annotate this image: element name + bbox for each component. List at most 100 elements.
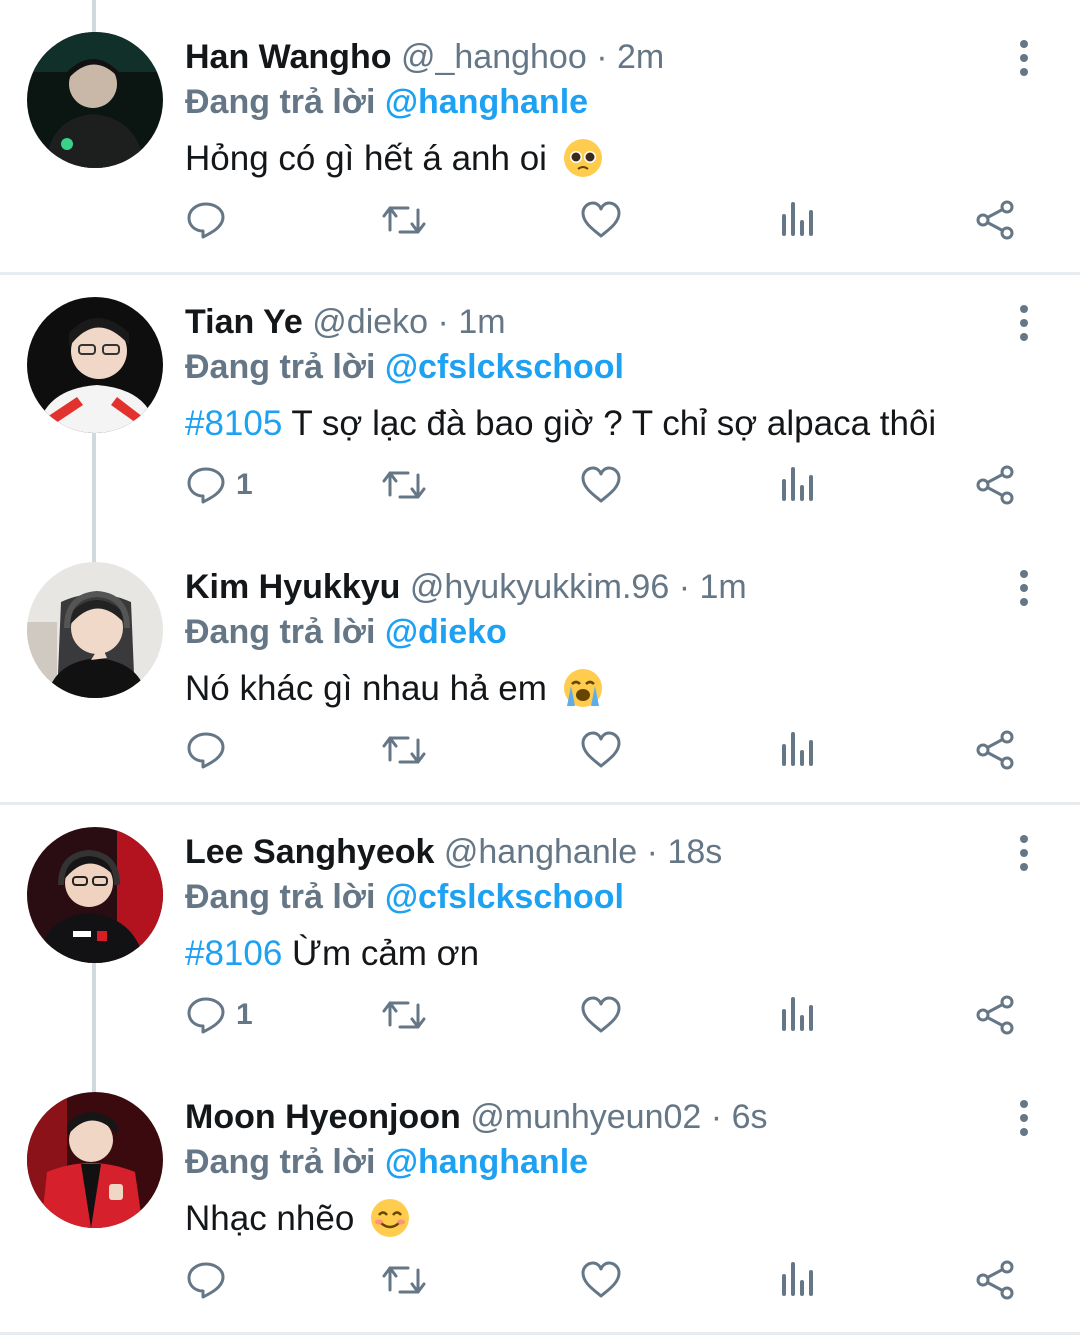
replying-to-label: Đang trả lời [185, 348, 376, 386]
share-button[interactable] [974, 455, 1016, 515]
smiling-face-icon [371, 1199, 410, 1237]
timestamp[interactable]: 6s [732, 1098, 768, 1136]
reply-button[interactable] [186, 720, 236, 780]
replying-to: Đang trả lời @hanghanle [185, 1141, 588, 1183]
like-icon [581, 466, 621, 503]
retweet-button[interactable] [380, 1250, 428, 1310]
share-icon [976, 730, 1014, 770]
reply-icon [187, 732, 225, 769]
like-button[interactable] [580, 720, 622, 780]
user-handle[interactable]: @munhyeun02 [470, 1098, 701, 1136]
analytics-button[interactable] [778, 720, 818, 780]
more-icon[interactable] [1008, 568, 1040, 608]
analytics-icon [782, 467, 813, 501]
avatar[interactable] [27, 32, 163, 168]
separator-dot: · [678, 568, 691, 606]
replying-to: Đang trả lời @hanghanle [185, 81, 588, 123]
reply-button[interactable]: 1 [186, 985, 253, 1045]
like-icon [581, 996, 621, 1033]
share-button[interactable] [974, 720, 1016, 780]
retweet-button[interactable] [380, 720, 428, 780]
tweet[interactable]: Tian Ye @dieko · 1m Đang trả lời @cfslck… [0, 265, 1080, 530]
reply-icon [187, 467, 225, 504]
analytics-button[interactable] [778, 455, 818, 515]
share-button[interactable] [974, 985, 1016, 1045]
retweet-button[interactable] [380, 455, 428, 515]
analytics-button[interactable] [778, 985, 818, 1045]
replying-to-handle[interactable]: @dieko [385, 613, 507, 651]
tweet[interactable]: Lee Sanghyeok @hanghanle · 18s Đang trả … [0, 795, 1080, 1060]
hashtag-link[interactable]: #8106 [185, 934, 282, 973]
avatar[interactable] [27, 1092, 163, 1228]
avatar[interactable] [27, 827, 163, 963]
reply-icon [187, 202, 225, 239]
analytics-button[interactable] [778, 1250, 818, 1310]
divider [0, 1332, 1080, 1335]
more-icon[interactable] [1008, 303, 1040, 343]
share-icon [976, 465, 1014, 505]
timestamp[interactable]: 1m [699, 568, 746, 606]
replying-to-label: Đang trả lời [185, 613, 376, 651]
timestamp[interactable]: 1m [458, 303, 505, 341]
retweet-icon [382, 736, 426, 764]
user-handle[interactable]: @dieko [312, 303, 428, 341]
share-button[interactable] [974, 1250, 1016, 1310]
like-button[interactable] [580, 190, 622, 250]
separator-dot: · [646, 833, 658, 871]
replying-to-handle[interactable]: @hanghanle [385, 83, 588, 121]
tweet-text: Nhạc nhẽo [185, 1197, 410, 1241]
user-handle[interactable]: @_hanghoo [401, 38, 587, 76]
replying-to-handle[interactable]: @cfslckschool [385, 878, 624, 916]
display-name[interactable]: Han Wangho [185, 38, 392, 76]
hashtag-link[interactable]: #8105 [185, 404, 282, 443]
replying-to-handle[interactable]: @cfslckschool [385, 348, 624, 386]
more-icon[interactable] [1008, 38, 1040, 78]
like-button[interactable] [580, 455, 622, 515]
share-icon [976, 995, 1014, 1035]
more-icon[interactable] [1008, 833, 1040, 873]
pleading-face-icon [563, 139, 602, 177]
tweet-actions [0, 720, 1080, 780]
replying-to: Đang trả lời @dieko [185, 611, 507, 653]
reply-button[interactable] [186, 190, 236, 250]
more-icon[interactable] [1008, 1098, 1040, 1138]
tweet-body-text: Hỏng có gì hết á anh oi [185, 139, 547, 178]
avatar[interactable] [27, 562, 163, 698]
timestamp[interactable]: 2m [617, 38, 664, 76]
tweet[interactable]: Kim Hyukkyu @hyukyukkim.96 · 1m Đang trả… [0, 530, 1080, 795]
user-handle[interactable]: @hyukyukkim.96 [410, 568, 669, 606]
tweet-body-text: Nó khác gì nhau hả em [185, 669, 547, 708]
reply-count: 1 [236, 468, 253, 501]
display-name[interactable]: Moon Hyeonjoon [185, 1098, 461, 1136]
reply-button[interactable] [186, 1250, 236, 1310]
tweet-header: Moon Hyeonjoon @munhyeun02 · 6s [185, 1096, 767, 1138]
display-name[interactable]: Lee Sanghyeok [185, 833, 434, 871]
tweet[interactable]: Moon Hyeonjoon @munhyeun02 · 6s Đang trả… [0, 1060, 1080, 1325]
separator-dot: · [437, 303, 449, 341]
reply-count: 1 [236, 998, 253, 1031]
replying-to-label: Đang trả lời [185, 83, 376, 121]
user-handle[interactable]: @hanghanle [444, 833, 637, 871]
tweet[interactable]: Han Wangho @_hanghoo · 2m Đang trả lời @… [0, 0, 1080, 265]
replying-to-label: Đang trả lời [185, 1143, 376, 1181]
share-button[interactable] [974, 190, 1016, 250]
like-button[interactable] [580, 1250, 622, 1310]
like-button[interactable] [580, 985, 622, 1045]
retweet-icon [382, 1001, 426, 1029]
display-name[interactable]: Kim Hyukkyu [185, 568, 400, 606]
replying-to: Đang trả lời @cfslckschool [185, 346, 624, 388]
avatar[interactable] [27, 297, 163, 433]
share-icon [976, 1260, 1014, 1300]
timestamp[interactable]: 18s [667, 833, 722, 871]
like-icon [581, 1261, 621, 1298]
reply-button[interactable]: 1 [186, 455, 253, 515]
retweet-button[interactable] [380, 190, 428, 250]
display-name[interactable]: Tian Ye [185, 303, 303, 341]
separator-dot: · [596, 38, 608, 76]
replying-to-handle[interactable]: @hanghanle [385, 1143, 588, 1181]
analytics-button[interactable] [778, 190, 818, 250]
reply-feed: Han Wangho @_hanghoo · 2m Đang trả lời @… [0, 0, 1080, 1337]
tweet-body-text: Ừm cảm ơn [282, 934, 480, 973]
tweet-actions [0, 190, 1080, 250]
retweet-button[interactable] [380, 985, 428, 1045]
